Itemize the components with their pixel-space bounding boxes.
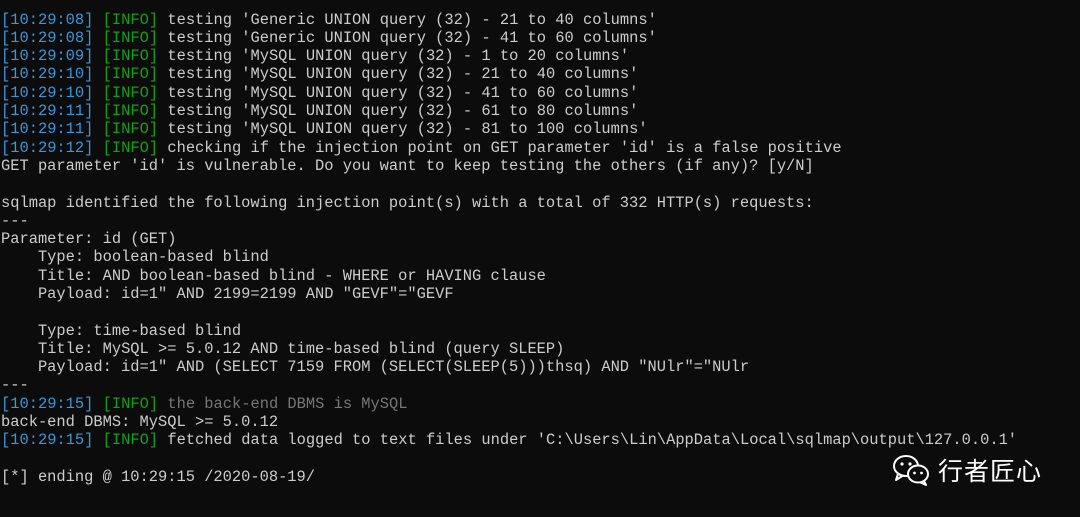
log-timestamp: 10:29:12 bbox=[10, 139, 85, 157]
log-timestamp: 10:29:15 bbox=[10, 395, 85, 413]
log-message: testing 'MySQL UNION query (32) - 1 to 2… bbox=[167, 47, 630, 65]
log-level: INFO bbox=[111, 120, 149, 138]
terminal-window[interactable]: [10:29:08] [INFO] testing 'Generic UNION… bbox=[0, 0, 1080, 517]
log-timestamp: 10:29:08 bbox=[10, 29, 85, 47]
log-level: INFO bbox=[111, 431, 149, 449]
log-message: testing 'MySQL UNION query (32) - 41 to … bbox=[167, 84, 639, 102]
log-line: [10:29:15] [INFO] the back-end DBMS is M… bbox=[1, 395, 408, 413]
injection-summary: sqlmap identified the following injectio… bbox=[1, 194, 814, 212]
log-level: INFO bbox=[111, 395, 149, 413]
log-timestamp: 10:29:15 bbox=[10, 431, 85, 449]
log-level: INFO bbox=[111, 139, 149, 157]
injection-type: Type: boolean-based blind bbox=[1, 248, 269, 266]
log-timestamp: 10:29:10 bbox=[10, 65, 85, 83]
vulnerability-prompt: GET parameter 'id' is vulnerable. Do you… bbox=[1, 157, 814, 175]
log-timestamp: 10:29:08 bbox=[10, 11, 85, 29]
log-level: INFO bbox=[111, 47, 149, 65]
log-timestamp: 10:29:11 bbox=[10, 120, 85, 138]
log-timestamp: 10:29:09 bbox=[10, 47, 85, 65]
log-level: INFO bbox=[111, 11, 149, 29]
log-timestamp: 10:29:10 bbox=[10, 84, 85, 102]
log-message: testing 'Generic UNION query (32) - 41 t… bbox=[167, 29, 657, 47]
injection-payload: Payload: id=1" AND 2199=2199 AND "GEVF"=… bbox=[1, 285, 454, 303]
log-level: INFO bbox=[111, 29, 149, 47]
log-line: [10:29:15] [INFO] fetched data logged to… bbox=[1, 431, 1018, 449]
log-message: testing 'MySQL UNION query (32) - 21 to … bbox=[167, 65, 639, 83]
separator: --- bbox=[1, 212, 29, 230]
log-level: INFO bbox=[111, 84, 149, 102]
parameter-line: Parameter: id (GET) bbox=[1, 230, 177, 248]
log-line: [10:29:11] [INFO] testing 'MySQL UNION q… bbox=[1, 102, 639, 120]
log-level: INFO bbox=[111, 65, 149, 83]
injection-title: Title: MySQL >= 5.0.12 AND time-based bl… bbox=[1, 340, 565, 358]
separator: --- bbox=[1, 376, 29, 394]
log-line: [10:29:09] [INFO] testing 'MySQL UNION q… bbox=[1, 47, 630, 65]
log-message: fetched data logged to text files under … bbox=[167, 431, 1018, 449]
log-line: [10:29:10] [INFO] testing 'MySQL UNION q… bbox=[1, 84, 639, 102]
watermark: 行者匠心 bbox=[892, 450, 1042, 490]
log-line: [10:29:11] [INFO] testing 'MySQL UNION q… bbox=[1, 120, 648, 138]
log-line: [10:29:10] [INFO] testing 'MySQL UNION q… bbox=[1, 65, 639, 83]
injection-payload: Payload: id=1" AND (SELECT 7159 FROM (SE… bbox=[1, 358, 750, 376]
watermark-text: 行者匠心 bbox=[938, 457, 1043, 486]
log-message: the back-end DBMS is MySQL bbox=[167, 395, 408, 413]
log-level: INFO bbox=[111, 102, 149, 120]
log-message: checking if the injection point on GET p… bbox=[167, 139, 842, 157]
injection-type: Type: time-based blind bbox=[1, 322, 242, 340]
injection-title: Title: AND boolean-based blind - WHERE o… bbox=[1, 267, 546, 285]
log-line: [10:29:08] [INFO] testing 'Generic UNION… bbox=[1, 11, 657, 29]
log-message: testing 'MySQL UNION query (32) - 81 to … bbox=[167, 120, 648, 138]
log-message: testing 'MySQL UNION query (32) - 61 to … bbox=[167, 102, 639, 120]
log-message: testing 'Generic UNION query (32) - 21 t… bbox=[167, 11, 657, 29]
log-line: [10:29:12] [INFO] checking if the inject… bbox=[1, 139, 842, 157]
wechat-icon bbox=[893, 455, 929, 486]
log-line: [10:29:08] [INFO] testing 'Generic UNION… bbox=[1, 29, 657, 47]
log-timestamp: 10:29:11 bbox=[10, 102, 85, 120]
backend-dbms-line: back-end DBMS: MySQL >= 5.0.12 bbox=[1, 413, 279, 431]
ending-line: [*] ending @ 10:29:15 /2020-08-19/ bbox=[1, 468, 316, 486]
